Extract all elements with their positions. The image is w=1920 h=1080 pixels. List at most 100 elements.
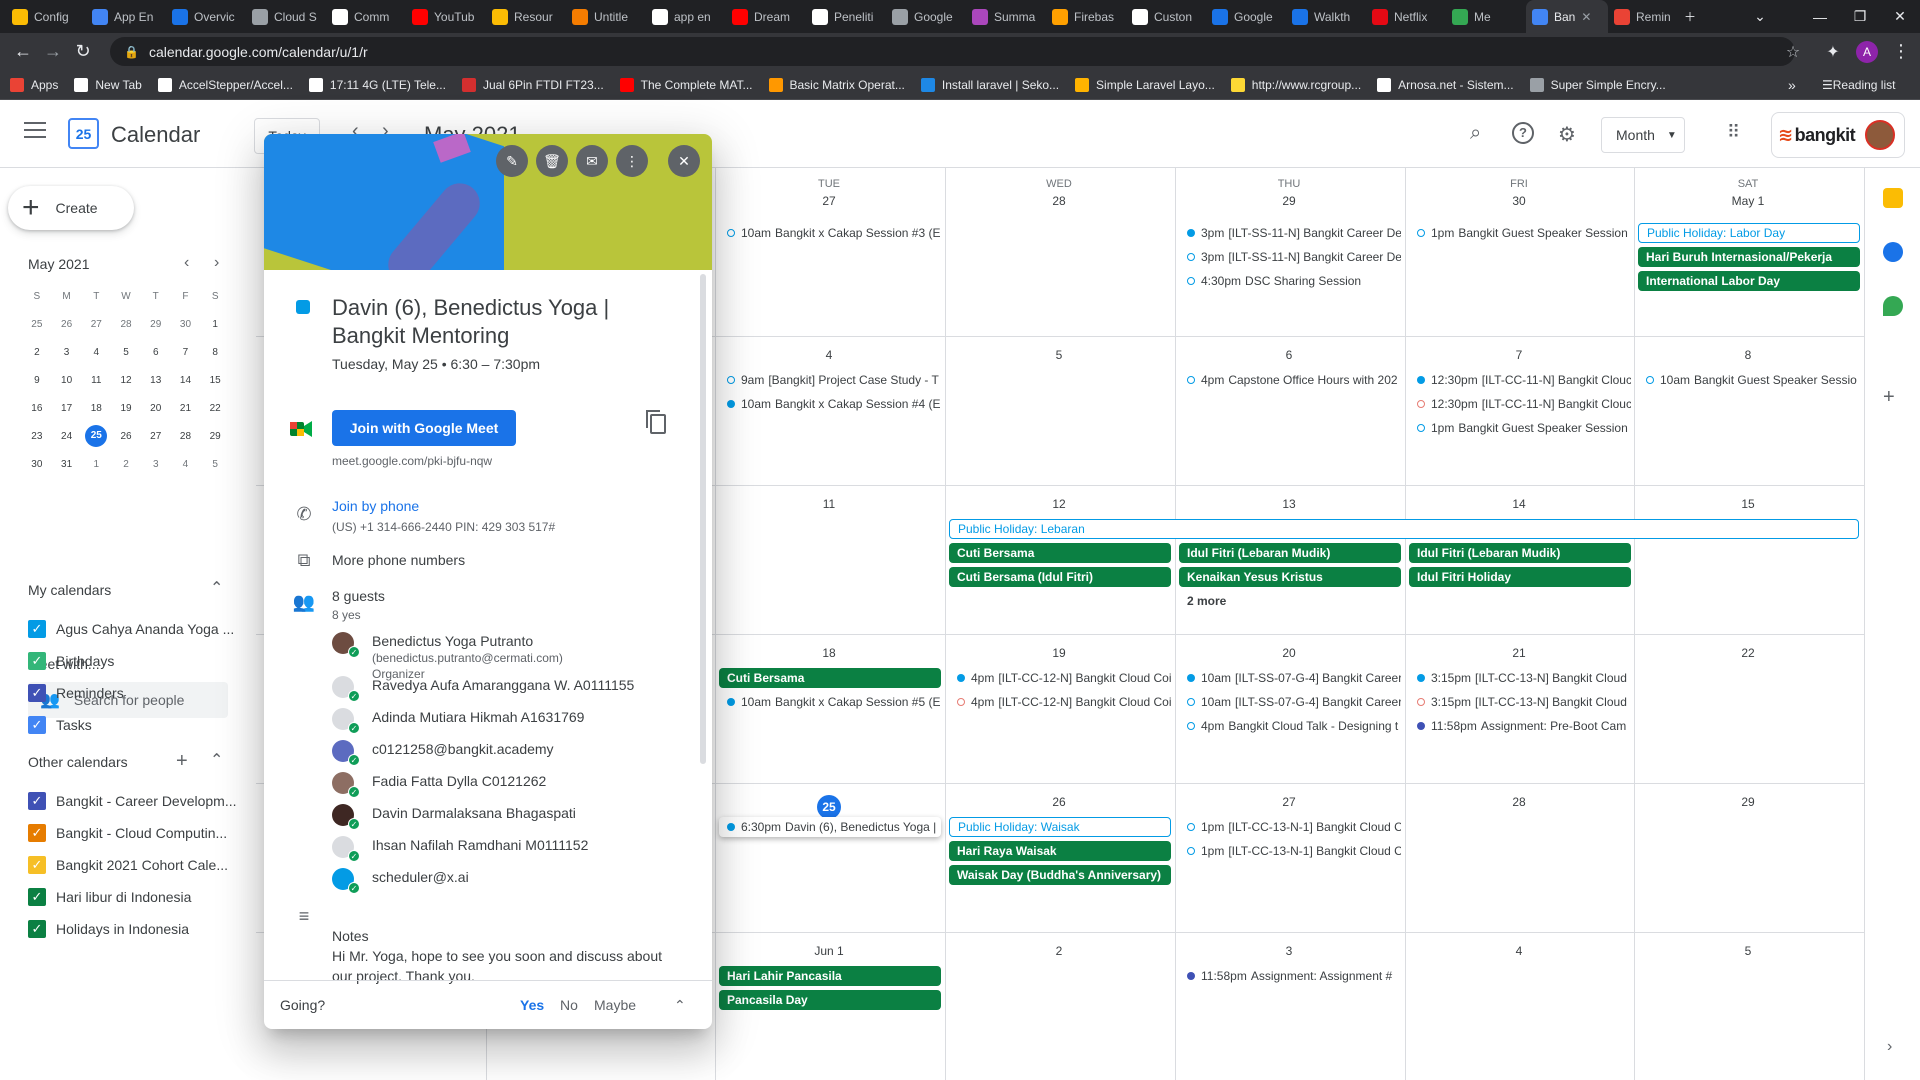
date-number[interactable]: May 1 xyxy=(1634,194,1862,208)
date-number[interactable]: Jun 1 xyxy=(715,944,943,958)
calendar-list-item[interactable]: ✓ Reminders xyxy=(28,684,238,702)
checkbox-checked-icon[interactable]: ✓ xyxy=(28,792,46,810)
tab-close-icon[interactable]: ✕ xyxy=(1581,10,1591,24)
checkbox-checked-icon[interactable]: ✓ xyxy=(28,856,46,874)
mini-day[interactable]: 2 xyxy=(22,347,52,358)
date-number[interactable]: 4 xyxy=(715,348,943,362)
expand-panel-icon[interactable]: › xyxy=(1887,1038,1892,1056)
other-calendars-heading[interactable]: Other calendars xyxy=(28,754,128,770)
calendar-event[interactable]: 1pm Bangkit Guest Speaker Session xyxy=(1409,418,1631,438)
browser-tab[interactable]: Netflix xyxy=(1366,0,1446,33)
date-number[interactable]: 7 xyxy=(1405,348,1633,362)
calendar-list-item[interactable]: ✓ Bangkit - Career Developm... xyxy=(28,792,238,810)
date-number[interactable]: 6 xyxy=(1175,348,1403,362)
checkbox-checked-icon[interactable]: ✓ xyxy=(28,920,46,938)
browser-tab[interactable]: Walkth xyxy=(1286,0,1366,33)
search-icon[interactable]: ⌕ xyxy=(1470,122,1481,145)
date-number[interactable]: 15 xyxy=(1634,497,1862,511)
calendar-event[interactable]: Public Holiday: Labor Day xyxy=(1638,223,1860,243)
mini-day[interactable]: 19 xyxy=(111,403,141,414)
browser-tab[interactable]: Summa xyxy=(966,0,1046,33)
date-number[interactable]: 25 xyxy=(715,795,943,819)
extensions-icon[interactable]: ✦ xyxy=(1818,42,1848,62)
calendar-list-item[interactable]: ✓ Bangkit - Cloud Computin... xyxy=(28,824,238,842)
date-number[interactable]: 4 xyxy=(1405,944,1633,958)
calendar-list-item[interactable]: ✓ Hari libur di Indonesia xyxy=(28,888,238,906)
calendar-list-item[interactable]: ✓ Tasks xyxy=(28,716,238,734)
calendar-event[interactable]: Hari Raya Waisak xyxy=(949,841,1171,861)
date-number[interactable]: 26 xyxy=(945,795,1173,809)
date-number[interactable]: 2 xyxy=(945,944,1173,958)
settings-gear-icon[interactable]: ⚙ xyxy=(1558,122,1576,147)
mini-day[interactable]: 10 xyxy=(52,375,82,386)
my-calendars-heading[interactable]: My calendars xyxy=(28,582,111,598)
mini-day[interactable]: 25 xyxy=(81,425,111,447)
join-google-meet-button[interactable]: Join with Google Meet xyxy=(332,410,516,446)
mini-day[interactable]: 5 xyxy=(111,347,141,358)
browser-tab[interactable]: Google xyxy=(886,0,966,33)
close-window-icon[interactable]: ✕ xyxy=(1880,0,1920,33)
browser-tab[interactable]: Peneliti xyxy=(806,0,886,33)
profile-avatar[interactable]: A xyxy=(1856,41,1878,63)
browser-tab[interactable]: Comm xyxy=(326,0,406,33)
guest-row[interactable]: ✓ c0121258@bangkit.academy xyxy=(332,740,692,766)
calendar-event[interactable]: 10am Bangkit x Cakap Session #4 (E xyxy=(719,394,941,414)
mini-day[interactable]: 18 xyxy=(81,403,111,414)
calendar-event[interactable]: Waisak Day (Buddha's Anniversary) xyxy=(949,865,1171,885)
keep-icon[interactable] xyxy=(1883,188,1903,208)
calendar-event[interactable]: 4pm [ILT-CC-12-N] Bangkit Cloud Coi xyxy=(949,668,1171,688)
date-number[interactable]: 5 xyxy=(1634,944,1862,958)
reading-list-button[interactable]: ☰ Reading list xyxy=(1822,78,1895,92)
bookmark-item[interactable]: Arnosa.net - Sistem... xyxy=(1377,77,1514,92)
browser-tab[interactable]: Untitle xyxy=(566,0,646,33)
date-number[interactable]: 21 xyxy=(1405,646,1633,660)
rsvp-maybe-button[interactable]: Maybe xyxy=(594,997,636,1013)
guest-row[interactable]: ✓ scheduler@x.ai xyxy=(332,868,692,894)
browser-tab[interactable]: Config xyxy=(6,0,86,33)
calendar-event[interactable]: 1pm [ILT-CC-13-N-1] Bangkit Cloud C xyxy=(1179,841,1401,861)
mini-day[interactable]: 22 xyxy=(200,403,230,414)
calendar-event[interactable]: Cuti Bersama (Idul Fitri) xyxy=(949,567,1171,587)
calendar-list-item[interactable]: ✓ Holidays in Indonesia xyxy=(28,920,238,938)
checkbox-checked-icon[interactable]: ✓ xyxy=(28,716,46,734)
date-number[interactable]: 11 xyxy=(715,497,943,511)
url-field[interactable]: 🔒 calendar.google.com/calendar/u/1/r xyxy=(110,37,1795,66)
calendar-event[interactable]: 6:30pm Davin (6), Benedictus Yoga | xyxy=(719,817,941,837)
mini-day[interactable]: 27 xyxy=(81,319,111,330)
calendar-event[interactable]: 9am [Bangkit] Project Case Study - T xyxy=(719,370,941,390)
collapse-other-calendars-icon[interactable]: ⌃ xyxy=(210,750,223,770)
mini-day[interactable]: 3 xyxy=(141,459,171,470)
add-calendar-icon[interactable]: + xyxy=(176,750,188,773)
mini-day[interactable]: 21 xyxy=(171,403,201,414)
calendar-list-item[interactable]: ✓ Agus Cahya Ananda Yoga ... xyxy=(28,620,238,638)
date-number[interactable]: 18 xyxy=(715,646,943,660)
maximize-icon[interactable]: ❐ xyxy=(1840,0,1880,33)
mini-day[interactable]: 6 xyxy=(141,347,171,358)
guest-row[interactable]: ✓ Adinda Mutiara Hikmah A1631769 xyxy=(332,708,692,734)
calendar-list-item[interactable]: ✓ Birthdays xyxy=(28,652,238,670)
mini-day[interactable]: 30 xyxy=(22,459,52,470)
mini-day[interactable]: 7 xyxy=(171,347,201,358)
calendar-event[interactable]: 3:15pm [ILT-CC-13-N] Bangkit Cloud xyxy=(1409,692,1631,712)
date-number[interactable]: 29 xyxy=(1634,795,1862,809)
mini-day[interactable]: 26 xyxy=(52,319,82,330)
calendar-event[interactable]: 4pm Capstone Office Hours with 202 xyxy=(1179,370,1401,390)
create-button[interactable]: + Create xyxy=(8,186,134,230)
calendar-event[interactable]: 12:30pm [ILT-CC-11-N] Bangkit Clouc xyxy=(1409,370,1631,390)
mini-day[interactable]: 15 xyxy=(200,375,230,386)
bookmark-item[interactable]: Jual 6Pin FTDI FT23... xyxy=(461,77,604,92)
calendar-event[interactable]: Kenaikan Yesus Kristus xyxy=(1179,567,1401,587)
mini-day[interactable]: 28 xyxy=(111,319,141,330)
guest-row[interactable]: ✓ Fadia Fatta Dylla C0121262 xyxy=(332,772,692,798)
date-number[interactable]: 5 xyxy=(945,348,1173,362)
mini-day[interactable]: 17 xyxy=(52,403,82,414)
bookmark-item[interactable]: 17:11 4G (LTE) Tele... xyxy=(308,77,446,92)
bookmarks-overflow-icon[interactable]: » xyxy=(1788,77,1796,93)
calendar-event[interactable]: 10am [ILT-SS-07-G-4] Bangkit Career xyxy=(1179,668,1401,688)
bookmark-item[interactable]: The Complete MAT... xyxy=(619,77,753,92)
mini-day[interactable]: 5 xyxy=(200,459,230,470)
bookmark-item[interactable]: Super Simple Encry... xyxy=(1529,77,1666,92)
browser-tab[interactable]: Remin xyxy=(1608,0,1688,33)
calendar-event[interactable]: 11:58pm Assignment: Pre-Boot Cam xyxy=(1409,716,1631,736)
calendar-event[interactable]: 11:58pm Assignment: Assignment # xyxy=(1179,966,1401,986)
